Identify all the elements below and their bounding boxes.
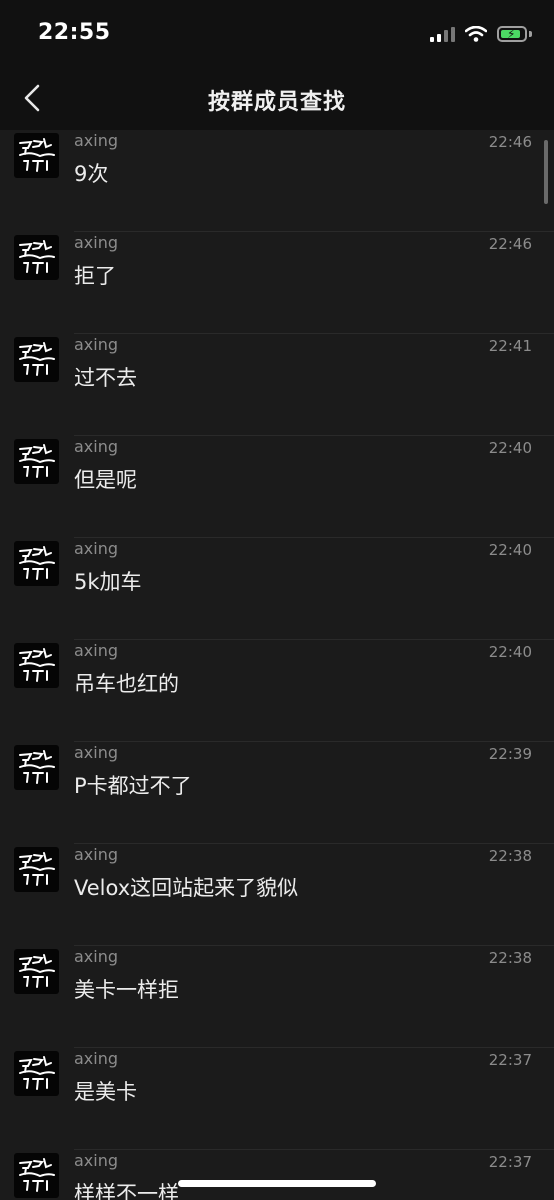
message-text: Velox这回站起来了貌似: [74, 876, 299, 900]
avatar: [14, 949, 59, 994]
avatar: [14, 643, 59, 688]
wifi-icon: [465, 26, 487, 42]
message-time: 22:37: [488, 1153, 532, 1171]
list-item[interactable]: axing 22:46 拒了: [0, 232, 554, 334]
message-list[interactable]: axing 22:46 9次 axing 22:46 拒了 axing 22:4…: [0, 130, 554, 1200]
list-item[interactable]: axing 22:41 过不去: [0, 334, 554, 436]
cellular-signal-icon: [430, 26, 455, 42]
list-item[interactable]: axing 22:37 样样不一样: [0, 1150, 554, 1200]
avatar: [14, 235, 59, 280]
status-icons: ⚡: [430, 22, 532, 46]
message-time: 22:37: [488, 1051, 532, 1069]
list-item[interactable]: axing 22:39 P卡都过不了: [0, 742, 554, 844]
message-text: 但是呢: [74, 468, 137, 492]
message-time: 22:41: [488, 337, 532, 355]
message-text: 是美卡: [74, 1080, 137, 1104]
avatar: [14, 439, 59, 484]
message-time: 22:46: [488, 133, 532, 151]
message-time: 22:38: [488, 847, 532, 865]
sender-name: axing: [74, 539, 119, 558]
avatar: [14, 1051, 59, 1096]
list-item[interactable]: axing 22:40 5k加车: [0, 538, 554, 640]
avatar: [14, 337, 59, 382]
list-item[interactable]: axing 22:40 吊车也红的: [0, 640, 554, 742]
list-item[interactable]: axing 22:37 是美卡: [0, 1048, 554, 1150]
message-time: 22:40: [488, 439, 532, 457]
message-text: 吊车也红的: [74, 672, 179, 696]
sender-name: axing: [74, 335, 119, 354]
message-time: 22:39: [488, 745, 532, 763]
list-item[interactable]: axing 22:38 Velox这回站起来了貌似: [0, 844, 554, 946]
sender-name: axing: [74, 131, 119, 150]
avatar: [14, 1153, 59, 1198]
page-title: 按群成员查找: [207, 90, 346, 115]
list-item[interactable]: axing 22:40 但是呢: [0, 436, 554, 538]
sender-name: axing: [74, 947, 119, 966]
list-item[interactable]: axing 22:46 9次: [0, 130, 554, 232]
sender-name: axing: [74, 233, 119, 252]
status-bar: 22:55 ⚡: [0, 0, 554, 68]
message-time: 22:40: [488, 643, 532, 661]
sender-name: axing: [74, 641, 119, 660]
home-indicator[interactable]: [178, 1180, 376, 1187]
battery-charging-icon: ⚡: [497, 26, 527, 42]
scrollbar[interactable]: [544, 140, 548, 204]
avatar: [14, 133, 59, 178]
avatar: [14, 541, 59, 586]
battery-tip: [529, 31, 532, 37]
avatar: [14, 745, 59, 790]
message-text: 9次: [74, 162, 109, 186]
nav-bar: 按群成员查找: [0, 68, 554, 130]
sender-name: axing: [74, 1049, 119, 1068]
message-text: 拒了: [74, 264, 116, 288]
message-text: 5k加车: [74, 570, 142, 594]
message-time: 22:38: [488, 949, 532, 967]
message-time: 22:46: [488, 235, 532, 253]
sender-name: axing: [74, 743, 119, 762]
message-text: P卡都过不了: [74, 774, 192, 798]
sender-name: axing: [74, 845, 119, 864]
list-item[interactable]: axing 22:38 美卡一样拒: [0, 946, 554, 1048]
message-text: 过不去: [74, 366, 137, 390]
avatar: [14, 847, 59, 892]
status-time: 22:55: [38, 20, 111, 45]
message-time: 22:40: [488, 541, 532, 559]
sender-name: axing: [74, 437, 119, 456]
sender-name: axing: [74, 1151, 119, 1170]
message-text: 样样不一样: [74, 1182, 179, 1200]
message-text: 美卡一样拒: [74, 978, 179, 1002]
